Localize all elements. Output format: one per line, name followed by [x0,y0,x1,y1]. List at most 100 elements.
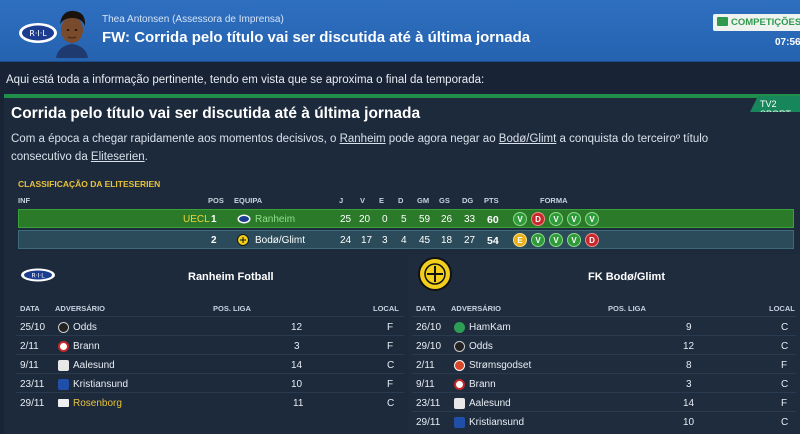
wins: 20 [359,214,371,225]
match-date: 26/10 [416,322,442,333]
club-badge-icon [58,399,69,407]
form-result[interactable]: V [567,212,581,226]
form-result[interactable]: V [513,212,527,226]
list-item[interactable]: 25/10 Odds 12 F [16,316,404,335]
svg-text:R·I·L: R·I·L [29,29,47,38]
match-date: 25/10 [20,322,46,333]
form-result[interactable]: V [549,212,563,226]
competitions-icon [717,17,728,26]
opponent-name[interactable]: HamKam [469,322,511,333]
ranheim-crest-icon [237,214,251,224]
ranheim-crest-icon: R·I·L [21,268,55,282]
points: 60 [487,214,499,226]
position: 2 [211,235,217,246]
competitions-label: COMPETIÇÕES [731,17,800,28]
list-item[interactable]: 9/11 Aalesund 14 C [16,354,404,373]
league-position: 8 [686,360,692,371]
venue: C [781,322,789,333]
opponent-name[interactable]: Odds [469,341,493,352]
team-link-ranheim[interactable]: Ranheim [340,133,386,145]
opponent-name[interactable]: Kristiansund [73,379,128,390]
match-date: 23/11 [20,379,45,390]
form-result[interactable]: V [585,212,599,226]
points: 54 [487,235,499,247]
wins: 17 [361,235,373,246]
venue: F [781,360,788,371]
opponent-name[interactable]: Strømsgodset [469,360,531,371]
goals-against: 18 [441,235,453,246]
standings-title: CLASSIFICAÇÃO DA ELITESERIEN [18,179,161,189]
col-header-inf: INF [18,196,31,205]
list-item[interactable]: 9/11 Brann 3 C [412,373,796,392]
panel-team-name[interactable]: Ranheim Fotball [188,271,274,283]
col-header-e: E [379,196,385,205]
league-position: 14 [683,398,695,409]
article-body: Com a época a chegar rapidamente aos mom… [11,133,709,163]
col-header-v: V [360,196,366,205]
match-date: 9/11 [20,360,39,371]
form-result[interactable]: V [549,233,563,247]
league-position: 14 [291,360,303,371]
form-result[interactable]: V [531,233,545,247]
col-header-form: FORMA [540,196,568,205]
col-header-team: EQUIPA [234,196,263,205]
col-header-opponent: ADVERSÁRIO [55,304,106,313]
list-item[interactable]: 2/11 Strømsgodset 8 F [412,354,796,373]
team-name[interactable]: Bodø/Glimt [255,235,305,246]
col-header-dg: DG [462,196,474,205]
played: 25 [340,214,352,225]
competitions-button[interactable]: COMPETIÇÕES [713,14,800,31]
goals-for: 45 [419,235,431,246]
club-badge-icon [454,341,465,352]
list-item[interactable]: 23/11 Aalesund 14 F [412,392,796,411]
opponent-name[interactable]: Odds [73,322,97,333]
club-badge-icon [454,322,465,333]
draws: 3 [382,235,388,246]
opponent-name[interactable]: Rosenborg [73,398,122,409]
league-position: 9 [686,322,692,333]
col-header-pos: POS [208,196,224,205]
form-result[interactable]: V [567,233,581,247]
list-item[interactable]: 2/11 Brann 3 F [16,335,404,354]
panel-team-name[interactable]: FK Bodø/Glimt [588,271,665,283]
col-header-opponent: ADVERSÁRIO [451,304,502,313]
team-name[interactable]: Ranheim [255,214,295,225]
club-badge-icon [454,379,465,390]
list-item[interactable]: 23/11 Kristiansund 10 F [16,373,404,392]
sender-avatar[interactable] [52,6,92,58]
opponent-name[interactable]: Brann [469,379,496,390]
message-header: R·I·L Thea Antonsen (Assessora de Impren… [0,0,800,62]
form-result[interactable]: D [531,212,545,226]
opponent-name[interactable]: Brann [73,341,100,352]
club-badge-icon [454,417,465,428]
col-header-d: D [398,196,404,205]
svg-text:R·I·L: R·I·L [31,273,45,280]
list-item[interactable]: 29/11 Kristiansund 10 C [412,411,796,430]
sender-line: Thea Antonsen (Assessora de Imprensa) [102,14,284,25]
match-date: 2/11 [416,360,435,371]
table-row[interactable]: UECL 1 Ranheim 25 20 0 5 59 26 33 60 V D… [18,209,794,228]
list-item[interactable]: 29/10 Odds 12 C [412,335,796,354]
club-badge-icon [454,398,465,409]
venue: F [387,341,394,352]
league-position: 3 [294,341,300,352]
col-header-date: DATA [20,304,40,313]
list-item[interactable]: 26/10 HamKam 9 C [412,316,796,335]
list-item[interactable]: 29/11 Rosenborg 11 C [16,392,404,411]
opponent-name[interactable]: Aalesund [73,360,115,371]
news-article: TV2 SPORT Corrida pelo título vai ser di… [4,94,800,434]
venue: C [781,417,789,428]
form-result[interactable]: D [585,233,599,247]
col-header-pts: PTS [484,196,499,205]
col-header-league-pos: POS. LIGA [608,304,646,313]
league-link[interactable]: Eliteserien [91,151,145,163]
draws: 0 [382,214,388,225]
sender-name[interactable]: Thea Antonsen [102,14,169,25]
form-result[interactable]: E [513,233,527,247]
opponent-name[interactable]: Aalesund [469,398,511,409]
team-link-bodo-glimt[interactable]: Bodø/Glimt [499,133,557,145]
goals-against: 26 [441,214,453,225]
opponent-name[interactable]: Kristiansund [469,417,524,428]
goal-difference: 27 [464,235,476,246]
table-row[interactable]: 2 Bodø/Glimt 24 17 3 4 45 18 27 54 E V V… [18,230,794,249]
